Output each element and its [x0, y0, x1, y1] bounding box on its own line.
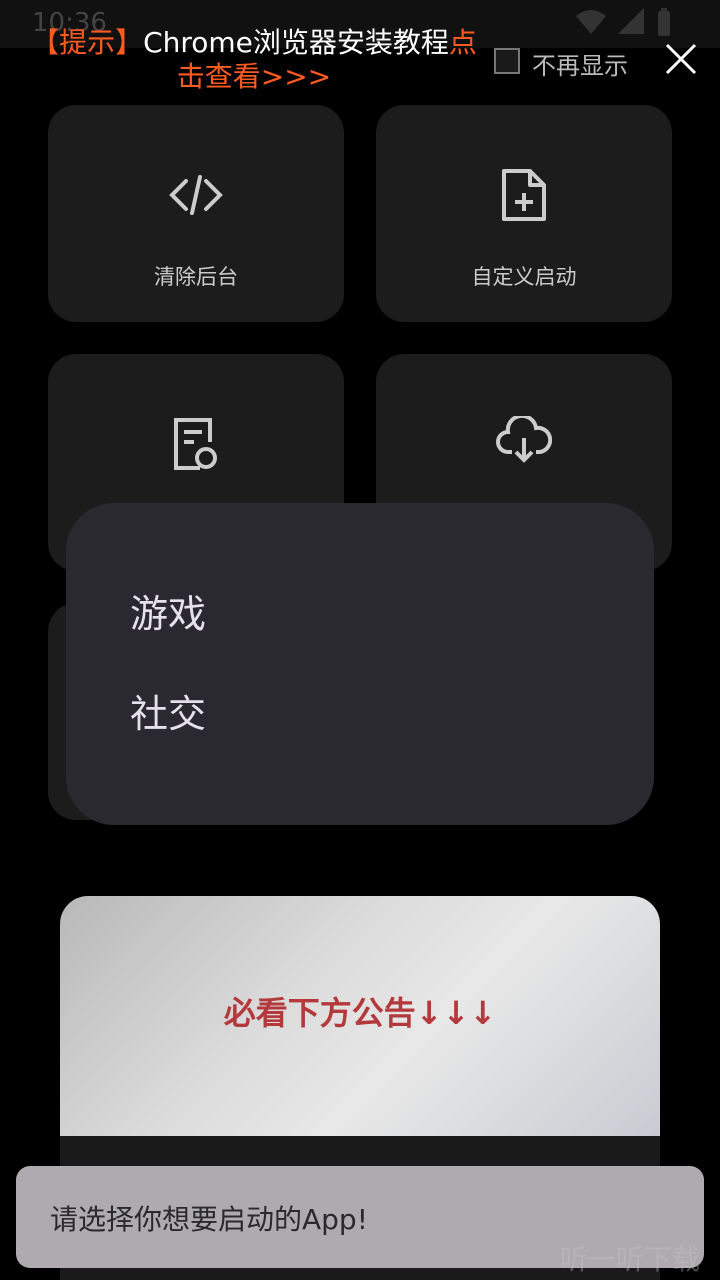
tile-clear-background[interactable]: 清除后台 [48, 105, 344, 322]
watermark-logo-icon: 听 [560, 1243, 589, 1276]
no-more-checkbox[interactable] [494, 48, 520, 74]
cloud-download-icon [496, 416, 552, 463]
category-popup-menu: 游戏 社交 [66, 503, 654, 825]
no-more-label[interactable]: 不再显示 [532, 46, 628, 81]
close-icon[interactable] [662, 40, 700, 78]
file-plus-icon [502, 169, 546, 221]
notice-banner: 【提示】Chrome浏览器安装教程点击查看>>> 不再显示 [0, 12, 720, 94]
notice-title: Chrome浏览器安装教程 [143, 26, 449, 59]
watermark: 听一听下载 [560, 1238, 700, 1278]
watermark-text: 一听下载 [588, 1243, 701, 1276]
code-icon [169, 175, 223, 215]
tile-label: 自定义启动 [471, 265, 577, 289]
tile-custom-launch[interactable]: 自定义启动 [376, 105, 672, 322]
document-sync-icon [174, 418, 217, 470]
notice-link[interactable]: 【提示】Chrome浏览器安装教程点击查看>>> [24, 26, 484, 94]
tile-label: 清除后台 [154, 265, 238, 289]
menu-item-social[interactable]: 社交 [130, 683, 206, 738]
announcement-text: 必看下方公告↓↓↓ [223, 994, 497, 1032]
toast-text: 请选择你想要启动的App! [50, 1203, 368, 1236]
announcement-banner[interactable]: 必看下方公告↓↓↓ [60, 896, 660, 1136]
notice-prefix: 【提示】 [31, 26, 144, 59]
menu-item-games[interactable]: 游戏 [130, 583, 206, 638]
